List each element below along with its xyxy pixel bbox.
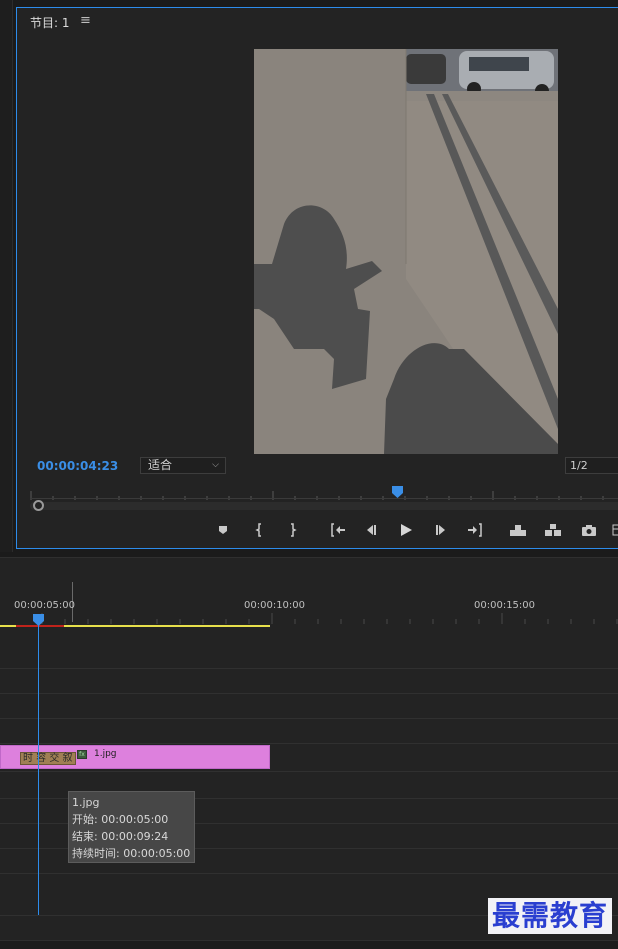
step-back-icon[interactable]	[361, 520, 381, 540]
fx-badge-icon[interactable]: fx	[77, 750, 87, 759]
fit-zoom-select[interactable]: 适合 ⌵	[140, 457, 226, 474]
track-divider	[0, 668, 618, 669]
go-to-in-icon[interactable]	[328, 520, 348, 540]
tooltip-clip-name: 1.jpg	[72, 796, 100, 809]
mark-out-icon[interactable]	[282, 520, 302, 540]
monitor-zoom-scrollbar[interactable]	[30, 502, 618, 510]
panel-title[interactable]: 节目: 1	[30, 14, 70, 31]
left-panel-edge	[0, 0, 13, 552]
video-preview	[254, 49, 558, 454]
extract-icon[interactable]	[543, 520, 563, 540]
monitor-playhead[interactable]	[392, 486, 403, 498]
fit-zoom-value: 适合	[148, 458, 173, 472]
transport-controls	[17, 520, 618, 540]
tooltip-start: 开始: 00:00:05:00	[72, 813, 169, 826]
track-divider	[0, 693, 618, 694]
monitor-time-ruler[interactable]	[30, 486, 618, 500]
program-monitor: 节目: 1 ≡ 00:00:04:23 适合 ⌵ 1/2	[16, 7, 618, 549]
timeline-panel: 00:00:05:00 00:00:10:00 00:00:15:00 时 容 …	[0, 557, 618, 949]
chevron-down-icon: ⌵	[212, 460, 219, 470]
scroll-handle[interactable]	[33, 500, 44, 511]
more-icon[interactable]	[607, 520, 618, 540]
tooltip-end: 结束: 00:00:09:24	[72, 830, 169, 843]
add-marker-icon[interactable]	[213, 520, 233, 540]
export-frame-icon[interactable]	[579, 520, 599, 540]
playhead-line[interactable]	[38, 625, 39, 915]
clip-transition-tag[interactable]: 时 容 交 叙	[20, 752, 76, 765]
lift-icon[interactable]	[508, 520, 528, 540]
track-divider	[0, 743, 618, 744]
track-divider	[0, 873, 618, 874]
hamburger-icon[interactable]: ≡	[80, 13, 91, 28]
playback-resolution-value: 1/2	[570, 459, 588, 472]
playback-resolution-select[interactable]: 1/2	[565, 457, 618, 474]
mark-in-icon[interactable]	[250, 520, 270, 540]
timeline-bottom-bar	[0, 940, 618, 949]
timeline-ruler[interactable]	[0, 610, 618, 626]
go-to-out-icon[interactable]	[465, 520, 485, 540]
clip-tooltip: 1.jpg 开始: 00:00:05:00 结束: 00:00:09:24 持续…	[68, 791, 195, 863]
video-clip[interactable]: 时 容 交 叙 fx 1.jpg	[0, 745, 270, 769]
watermark-logo: 最需教育	[487, 898, 612, 934]
tooltip-duration: 持续时间: 00:00:05:00	[72, 847, 191, 860]
track-divider	[0, 718, 618, 719]
clip-name: 1.jpg	[94, 749, 117, 759]
play-icon[interactable]	[396, 520, 416, 540]
current-timecode[interactable]: 00:00:04:23	[37, 459, 118, 473]
track-divider	[0, 771, 618, 772]
step-forward-icon[interactable]	[431, 520, 451, 540]
